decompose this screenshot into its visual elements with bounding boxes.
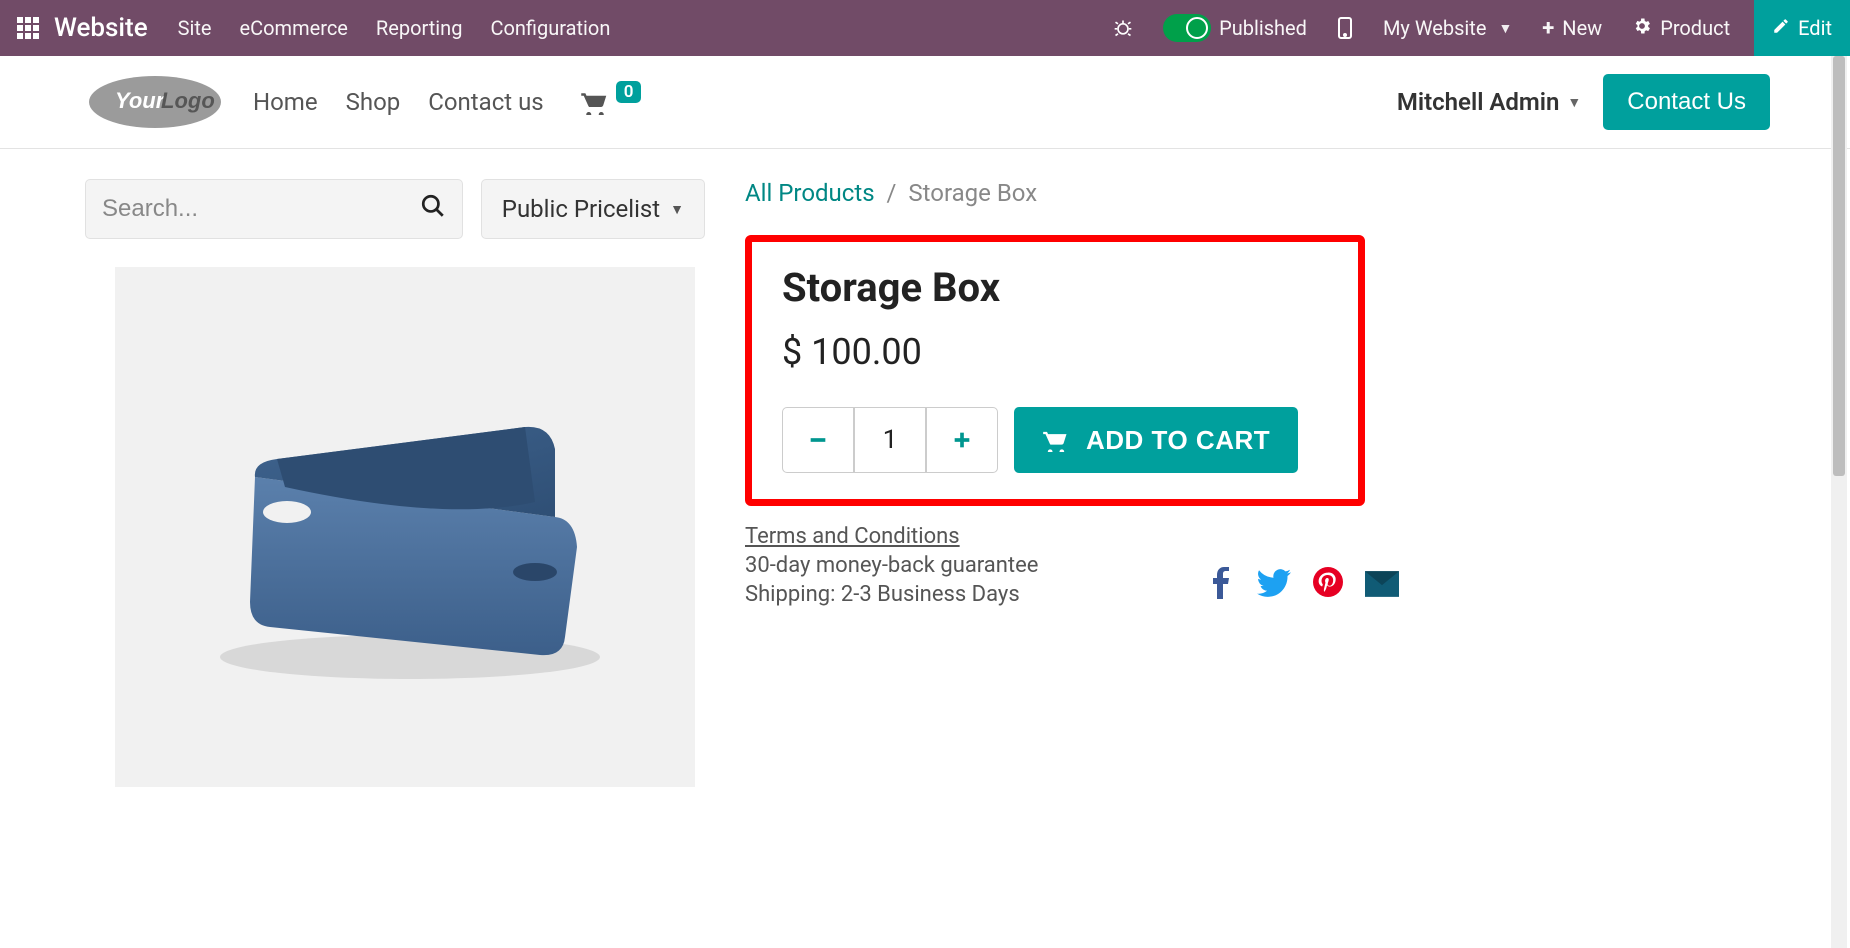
- nav-shop[interactable]: Shop: [346, 88, 401, 116]
- terms-and-conditions-link[interactable]: Terms and Conditions: [745, 524, 960, 549]
- breadcrumb-separator: /: [887, 179, 897, 207]
- qty-increase-button[interactable]: [926, 407, 998, 473]
- nav-contact[interactable]: Contact us: [428, 88, 543, 116]
- apps-menu-icon[interactable]: [8, 0, 48, 56]
- email-icon[interactable]: [1365, 567, 1399, 607]
- cart-icon: [1042, 428, 1070, 452]
- product-title: Storage Box: [782, 264, 1328, 311]
- admin-menu-reporting[interactable]: Reporting: [376, 16, 463, 40]
- qty-value[interactable]: 1: [854, 407, 926, 473]
- svg-text:Your: Your: [115, 88, 166, 113]
- user-menu[interactable]: Mitchell Admin ▼: [1397, 88, 1581, 116]
- shipping-text: Shipping: 2-3 Business Days: [745, 582, 1177, 607]
- admin-menu: Site eCommerce Reporting Configuration: [178, 16, 611, 40]
- cart-icon: [580, 89, 610, 115]
- admin-menu-site[interactable]: Site: [178, 16, 212, 40]
- admin-menu-ecommerce[interactable]: eCommerce: [240, 16, 348, 40]
- scrollbar-thumb[interactable]: [1833, 56, 1845, 476]
- terms-link-row: Terms and Conditions: [745, 524, 1177, 549]
- cart-link[interactable]: 0: [580, 89, 642, 115]
- mobile-preview-icon[interactable]: [1331, 16, 1359, 40]
- pricelist-dropdown[interactable]: Public Pricelist ▼: [481, 179, 705, 239]
- gear-icon: [1632, 16, 1652, 41]
- guarantee-text: 30-day money-back guarantee: [745, 553, 1177, 578]
- page-content: Public Pricelist ▼: [0, 149, 1850, 787]
- quantity-stepper: 1: [782, 407, 998, 473]
- search-box[interactable]: [85, 179, 463, 239]
- search-icon[interactable]: [420, 193, 446, 225]
- social-share: [1207, 567, 1405, 607]
- published-label: Published: [1219, 16, 1307, 40]
- product-button[interactable]: Product: [1626, 16, 1736, 41]
- new-button[interactable]: +New: [1536, 16, 1608, 41]
- admin-menu-configuration[interactable]: Configuration: [490, 16, 610, 40]
- qty-decrease-button[interactable]: [782, 407, 854, 473]
- caret-down-icon: ▼: [1567, 94, 1581, 111]
- site-nav: Home Shop Contact us: [253, 88, 544, 116]
- pencil-icon: [1772, 16, 1790, 40]
- bug-icon[interactable]: [1107, 18, 1139, 38]
- facebook-icon[interactable]: [1207, 567, 1235, 607]
- add-to-cart-button[interactable]: ADD TO CART: [1014, 407, 1298, 473]
- cart-count-badge: 0: [616, 81, 642, 103]
- search-input[interactable]: [102, 195, 420, 223]
- product-price: $ 100.00: [782, 331, 1328, 373]
- site-logo[interactable]: Your Logo: [85, 72, 225, 132]
- caret-down-icon: ▼: [670, 201, 684, 218]
- twitter-icon[interactable]: [1257, 567, 1291, 607]
- vertical-scrollbar[interactable]: [1831, 56, 1847, 948]
- mywebsite-dropdown[interactable]: My Website▼: [1377, 16, 1518, 40]
- breadcrumb-root[interactable]: All Products: [745, 179, 875, 207]
- caret-down-icon: ▼: [1498, 20, 1512, 37]
- published-toggle[interactable]: ✔ Published: [1157, 14, 1313, 42]
- pinterest-icon[interactable]: [1313, 567, 1343, 607]
- breadcrumb-current: Storage Box: [908, 179, 1037, 207]
- nav-home[interactable]: Home: [253, 88, 318, 116]
- edit-button[interactable]: Edit: [1754, 0, 1850, 56]
- product-image: [115, 267, 695, 787]
- admin-topbar: Website Site eCommerce Reporting Configu…: [0, 0, 1850, 56]
- check-icon: ✔: [1193, 19, 1205, 35]
- contact-us-button[interactable]: Contact Us: [1603, 74, 1770, 130]
- site-header: Your Logo Home Shop Contact us 0 Mitchel…: [0, 56, 1850, 149]
- app-title[interactable]: Website: [54, 13, 148, 43]
- product-detail-highlight: Storage Box $ 100.00 1 ADD TO CART: [745, 235, 1365, 506]
- breadcrumb: All Products / Storage Box: [745, 179, 1765, 207]
- svg-text:Logo: Logo: [161, 88, 215, 113]
